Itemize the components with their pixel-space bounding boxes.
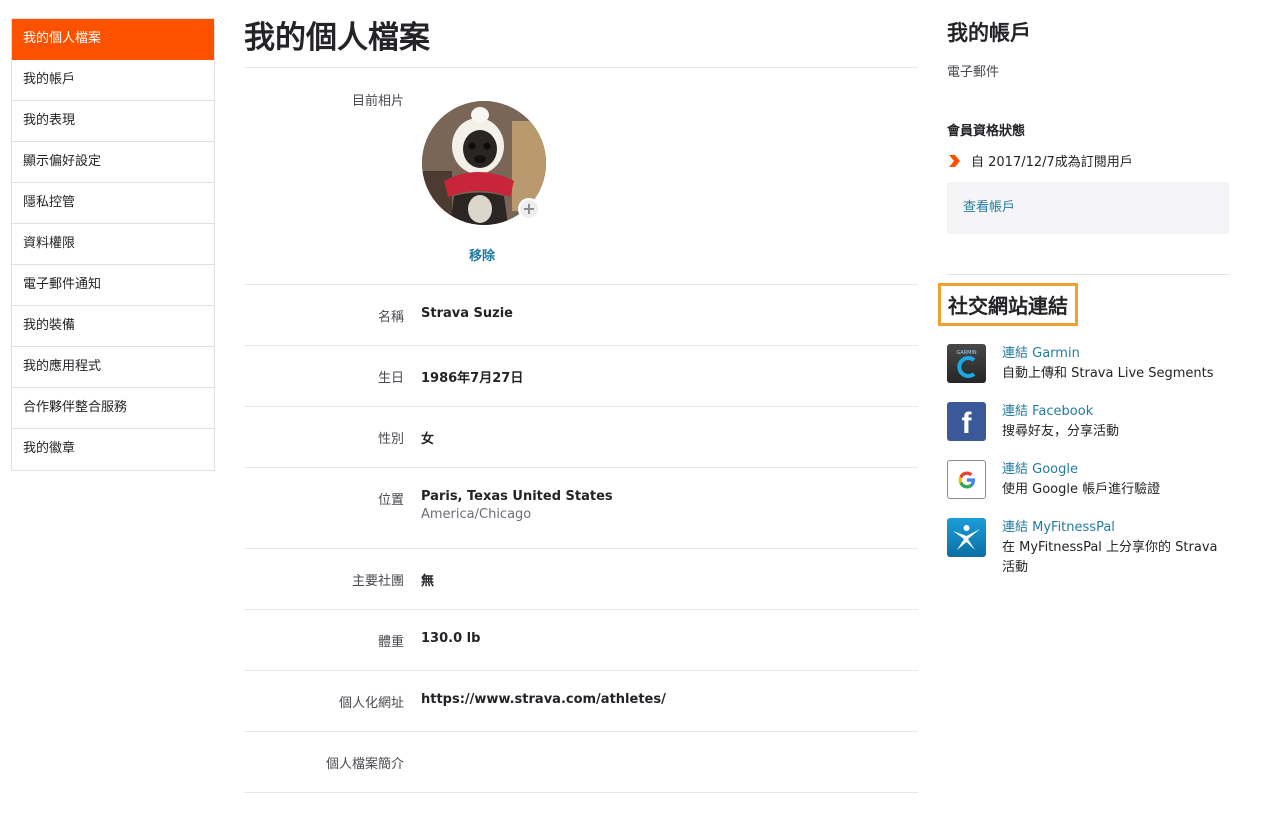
- connect-garmin[interactable]: GARMIN 連結 Garmin 自動上傳和 Strava Live Segme…: [947, 344, 1229, 384]
- location-row[interactable]: 位置 Paris, Texas United States America/Ch…: [244, 468, 918, 549]
- sidebar-item-my-account[interactable]: 我的帳戶: [12, 60, 214, 101]
- section-divider: [947, 274, 1229, 275]
- membership-status: 自 2017/12/7成為訂閱用戶: [947, 151, 1229, 170]
- sidebar-item-my-gear[interactable]: 我的裝備: [12, 306, 214, 347]
- custom-url-row[interactable]: 個人化網址 https://www.strava.com/athletes/: [244, 671, 918, 732]
- weight-row[interactable]: 體重 130.0 lb: [244, 610, 918, 671]
- profile-main: 我的個人檔案 目前相片 + 移除 名稱 Strava Suzie 生日 1986…: [244, 0, 918, 793]
- sidebar-item-my-badges[interactable]: 我的徽章: [12, 429, 214, 470]
- custom-url-value: https://www.strava.com/athletes/: [421, 692, 666, 707]
- bio-row[interactable]: 個人檔案簡介: [244, 732, 918, 793]
- primary-club-row[interactable]: 主要社團 無: [244, 549, 918, 610]
- connect-myfitnesspal-desc: 在 MyFitnessPal 上分享你的 Strava 活動: [1002, 540, 1218, 575]
- connect-google[interactable]: 連結 Google 使用 Google 帳戶進行驗證: [947, 460, 1229, 500]
- connect-myfitnesspal-link[interactable]: 連結 MyFitnessPal: [1002, 518, 1229, 538]
- email-label: 電子郵件: [947, 65, 1000, 80]
- name-row[interactable]: 名稱 Strava Suzie: [244, 285, 918, 346]
- location-label: 位置: [377, 493, 404, 508]
- bio-label: 個人檔案簡介: [325, 757, 404, 772]
- sidebar-item-display-preferences[interactable]: 顯示偏好設定: [12, 142, 214, 183]
- gender-row[interactable]: 性別 女: [244, 407, 918, 468]
- connect-google-desc: 使用 Google 帳戶進行驗證: [1002, 482, 1161, 497]
- sidebar-item-my-performance[interactable]: 我的表現: [12, 101, 214, 142]
- weight-value: 130.0 lb: [421, 631, 481, 646]
- garmin-icon: GARMIN: [947, 344, 986, 383]
- membership-title: 會員資格狀態: [947, 124, 1026, 139]
- location-value: Paris, Texas United States: [421, 489, 613, 504]
- sidebar-item-email-notifications[interactable]: 電子郵件通知: [12, 265, 214, 306]
- sidebar-item-data-permissions[interactable]: 資料權限: [12, 224, 214, 265]
- name-value: Strava Suzie: [421, 306, 513, 321]
- timezone-value: America/Chicago: [421, 507, 532, 522]
- view-account-box: 查看帳戶: [947, 182, 1229, 234]
- photo-row: 目前相片 + 移除: [244, 68, 918, 285]
- custom-url-label: 個人化網址: [338, 696, 404, 711]
- sidebar-item-my-profile[interactable]: 我的個人檔案: [12, 19, 214, 60]
- add-photo-icon[interactable]: +: [518, 198, 540, 220]
- photo-label: 目前相片: [351, 94, 404, 109]
- chevron-right-icon: [949, 154, 960, 167]
- facebook-icon: f: [947, 402, 986, 441]
- membership-status-text: 自 2017/12/7成為訂閱用戶: [971, 155, 1133, 170]
- connect-garmin-link[interactable]: 連結 Garmin: [1002, 344, 1214, 364]
- remove-photo-link[interactable]: 移除: [469, 245, 495, 264]
- connect-garmin-desc: 自動上傳和 Strava Live Segments: [1002, 366, 1214, 381]
- connect-facebook-desc: 搜尋好友，分享活動: [1002, 424, 1120, 439]
- svg-text:GARMIN: GARMIN: [956, 350, 977, 356]
- sidebar-item-partner-integrations[interactable]: 合作夥伴整合服務: [12, 388, 214, 429]
- gender-label: 性別: [377, 432, 404, 447]
- google-icon: [947, 460, 986, 499]
- connect-myfitnesspal[interactable]: 連結 MyFitnessPal 在 MyFitnessPal 上分享你的 Str…: [947, 518, 1229, 578]
- view-account-link[interactable]: 查看帳戶: [963, 200, 1015, 215]
- weight-label: 體重: [377, 635, 404, 650]
- name-label: 名稱: [377, 310, 404, 325]
- page-title: 我的個人檔案: [244, 18, 918, 68]
- account-title: 我的帳戶: [947, 21, 1031, 45]
- birthday-value: 1986年7月27日: [421, 371, 524, 386]
- settings-sidebar: 我的個人檔案 我的帳戶 我的表現 顯示偏好設定 隱私控管 資料權限 電子郵件通知…: [11, 18, 215, 471]
- sidebar-item-my-apps[interactable]: 我的應用程式: [12, 347, 214, 388]
- gender-value: 女: [421, 432, 435, 447]
- account-panel: 我的帳戶 電子郵件 會員資格狀態 自 2017/12/7成為訂閱用戶 查看帳戶 …: [938, 0, 1229, 578]
- primary-club-label: 主要社團: [351, 574, 404, 589]
- social-links-title: 社交網站連結: [938, 283, 1078, 326]
- connect-facebook[interactable]: f 連結 Facebook 搜尋好友，分享活動: [947, 402, 1229, 442]
- birthday-label: 生日: [377, 371, 404, 386]
- myfitnesspal-icon: [947, 518, 986, 557]
- connect-google-link[interactable]: 連結 Google: [1002, 460, 1160, 480]
- sidebar-item-privacy-controls[interactable]: 隱私控管: [12, 183, 214, 224]
- birthday-row[interactable]: 生日 1986年7月27日: [244, 346, 918, 407]
- primary-club-value: 無: [421, 574, 435, 589]
- connect-facebook-link[interactable]: 連結 Facebook: [1002, 402, 1119, 422]
